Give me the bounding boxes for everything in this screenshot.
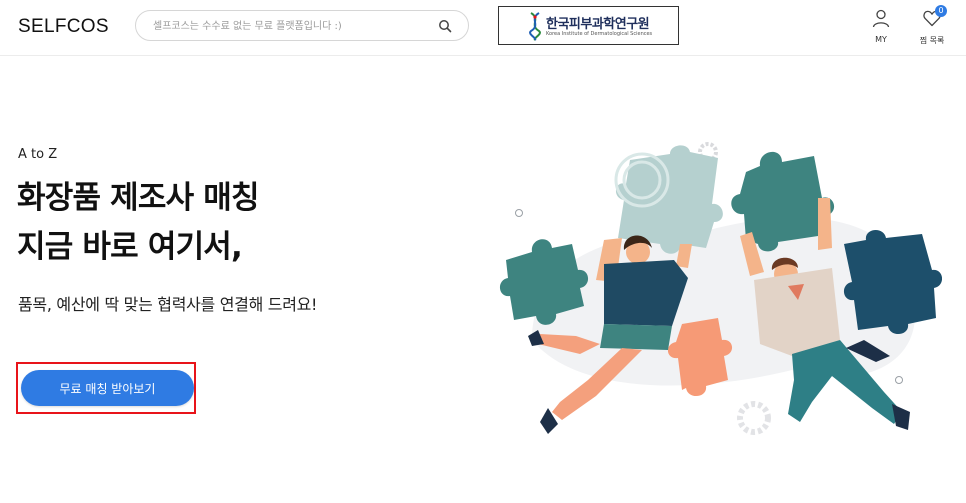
decor-circle xyxy=(515,209,523,217)
nav-wishlist-button[interactable]: 0 찜 목록 xyxy=(914,5,950,50)
user-icon xyxy=(872,9,890,28)
puzzle-illustration xyxy=(499,142,942,435)
hero-headline-line-2: 지금 바로 여기서, xyxy=(17,229,243,265)
site-logo[interactable]: SELFCOS xyxy=(18,16,109,38)
hero-headline: 화장품 제조사 매칭 지금 바로 여기서, xyxy=(17,174,260,272)
puzzle-piece-navy xyxy=(844,230,942,334)
partner-subtitle: Korea Institute of Dermatological Scienc… xyxy=(546,31,653,37)
gear-icon xyxy=(737,401,771,435)
partner-name: 한국피부과학연구원 xyxy=(546,17,650,32)
top-header: SELFCOS 한국피부과학연구원 Korea Institute of Der… xyxy=(0,0,966,56)
hero-subtext: 품목, 예산에 딱 맞는 협력사를 연결해 드려요! xyxy=(18,295,318,314)
partner-banner[interactable]: 한국피부과학연구원 Korea Institute of Dermatologi… xyxy=(498,6,679,45)
nav-wishlist-label: 찜 목록 xyxy=(919,36,945,45)
search-icon[interactable] xyxy=(438,19,452,33)
hero-headline-line-1: 화장품 제조사 매칭 xyxy=(17,180,260,216)
decor-circle xyxy=(895,376,903,384)
nav-my-button[interactable]: MY xyxy=(866,8,896,50)
hero-eyebrow: A to Z xyxy=(18,147,58,162)
dna-helix-logo-icon xyxy=(529,12,541,41)
wishlist-count-badge: 0 xyxy=(935,5,947,17)
free-matching-button[interactable]: 무료 매칭 받아보기 xyxy=(21,370,194,406)
search-bar[interactable] xyxy=(135,10,469,41)
search-input[interactable] xyxy=(153,18,423,34)
nav-my-label: MY xyxy=(875,35,887,44)
